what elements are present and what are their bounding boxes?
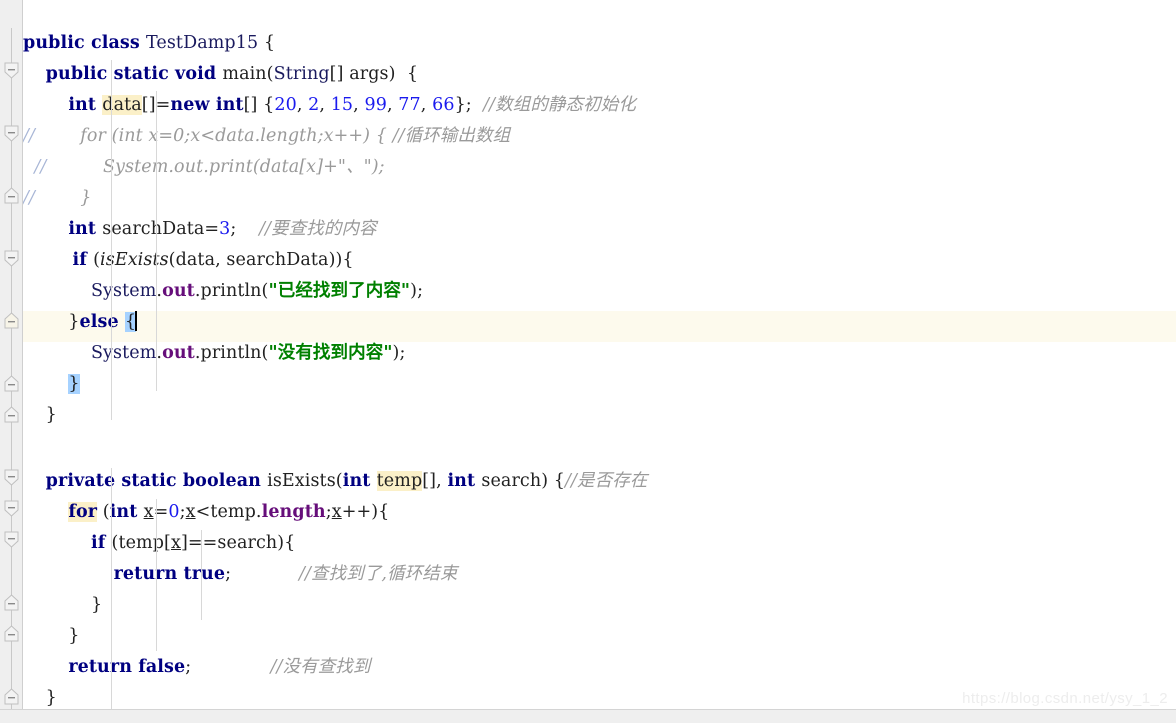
indent-guide xyxy=(156,91,157,391)
code-text-area[interactable]: public class TestDamp15 { public static … xyxy=(23,0,1176,723)
code-line-current[interactable]: }else { xyxy=(23,307,138,338)
code-line[interactable]: // } xyxy=(23,183,92,214)
fold-marker-end[interactable] xyxy=(3,594,20,611)
code-line[interactable]: } xyxy=(23,590,102,621)
fold-marker-end[interactable] xyxy=(3,688,20,705)
code-line[interactable]: public class TestDamp15 { xyxy=(23,28,275,59)
indent-guide xyxy=(201,530,202,620)
code-line[interactable]: // System.out.print(data[x]+"、"); xyxy=(23,152,385,183)
fold-marker-start[interactable] xyxy=(3,250,20,267)
fold-marker-end[interactable] xyxy=(3,406,20,423)
fold-marker-start[interactable] xyxy=(3,62,20,79)
code-line[interactable] xyxy=(23,431,29,462)
code-line[interactable]: } xyxy=(23,369,80,400)
code-line[interactable]: int searchData=3; //要查找的内容 xyxy=(23,214,377,245)
indent-guide xyxy=(111,60,112,420)
fold-marker-start[interactable] xyxy=(3,469,20,486)
code-line[interactable]: private static boolean isExists(int temp… xyxy=(23,466,647,497)
code-line[interactable]: return true; //查找到了,循环结束 xyxy=(23,559,458,590)
code-line[interactable]: // for (int x=0;x<data.length;x++) { //循… xyxy=(23,121,510,152)
code-line[interactable]: System.out.println("没有找到内容"); xyxy=(23,338,405,369)
code-line[interactable]: } xyxy=(23,621,80,652)
code-line[interactable]: for (int x=0;x<temp.length;x++){ xyxy=(23,497,389,528)
fold-marker-end[interactable] xyxy=(3,625,20,642)
fold-marker-start[interactable] xyxy=(3,531,20,548)
fold-marker-end[interactable] xyxy=(3,375,20,392)
code-line[interactable]: public static void main(String[] args) { xyxy=(23,59,418,90)
code-line[interactable]: if (isExists(data, searchData)){ xyxy=(23,245,354,276)
text-caret xyxy=(135,311,138,331)
code-line[interactable]: int data[]=new int[] {20, 2, 15, 99, 77,… xyxy=(23,90,636,121)
editor-bottom-strip xyxy=(0,709,1176,723)
code-line[interactable]: if (temp[x]==search){ xyxy=(23,528,295,559)
indent-guide xyxy=(156,499,157,651)
indent-guide xyxy=(111,468,112,713)
code-line[interactable]: } xyxy=(23,400,57,431)
fold-marker-start[interactable] xyxy=(3,500,20,517)
fold-marker-end[interactable] xyxy=(3,312,20,329)
code-line[interactable]: return false; //没有查找到 xyxy=(23,652,371,683)
code-line[interactable]: System.out.println("已经找到了内容"); xyxy=(23,276,423,307)
code-editor[interactable]: public class TestDamp15 { public static … xyxy=(0,0,1176,723)
fold-marker-end[interactable] xyxy=(3,187,20,204)
fold-marker-start[interactable] xyxy=(3,125,20,142)
watermark-text: https://blog.csdn.net/ysy_1_2 xyxy=(962,690,1168,707)
